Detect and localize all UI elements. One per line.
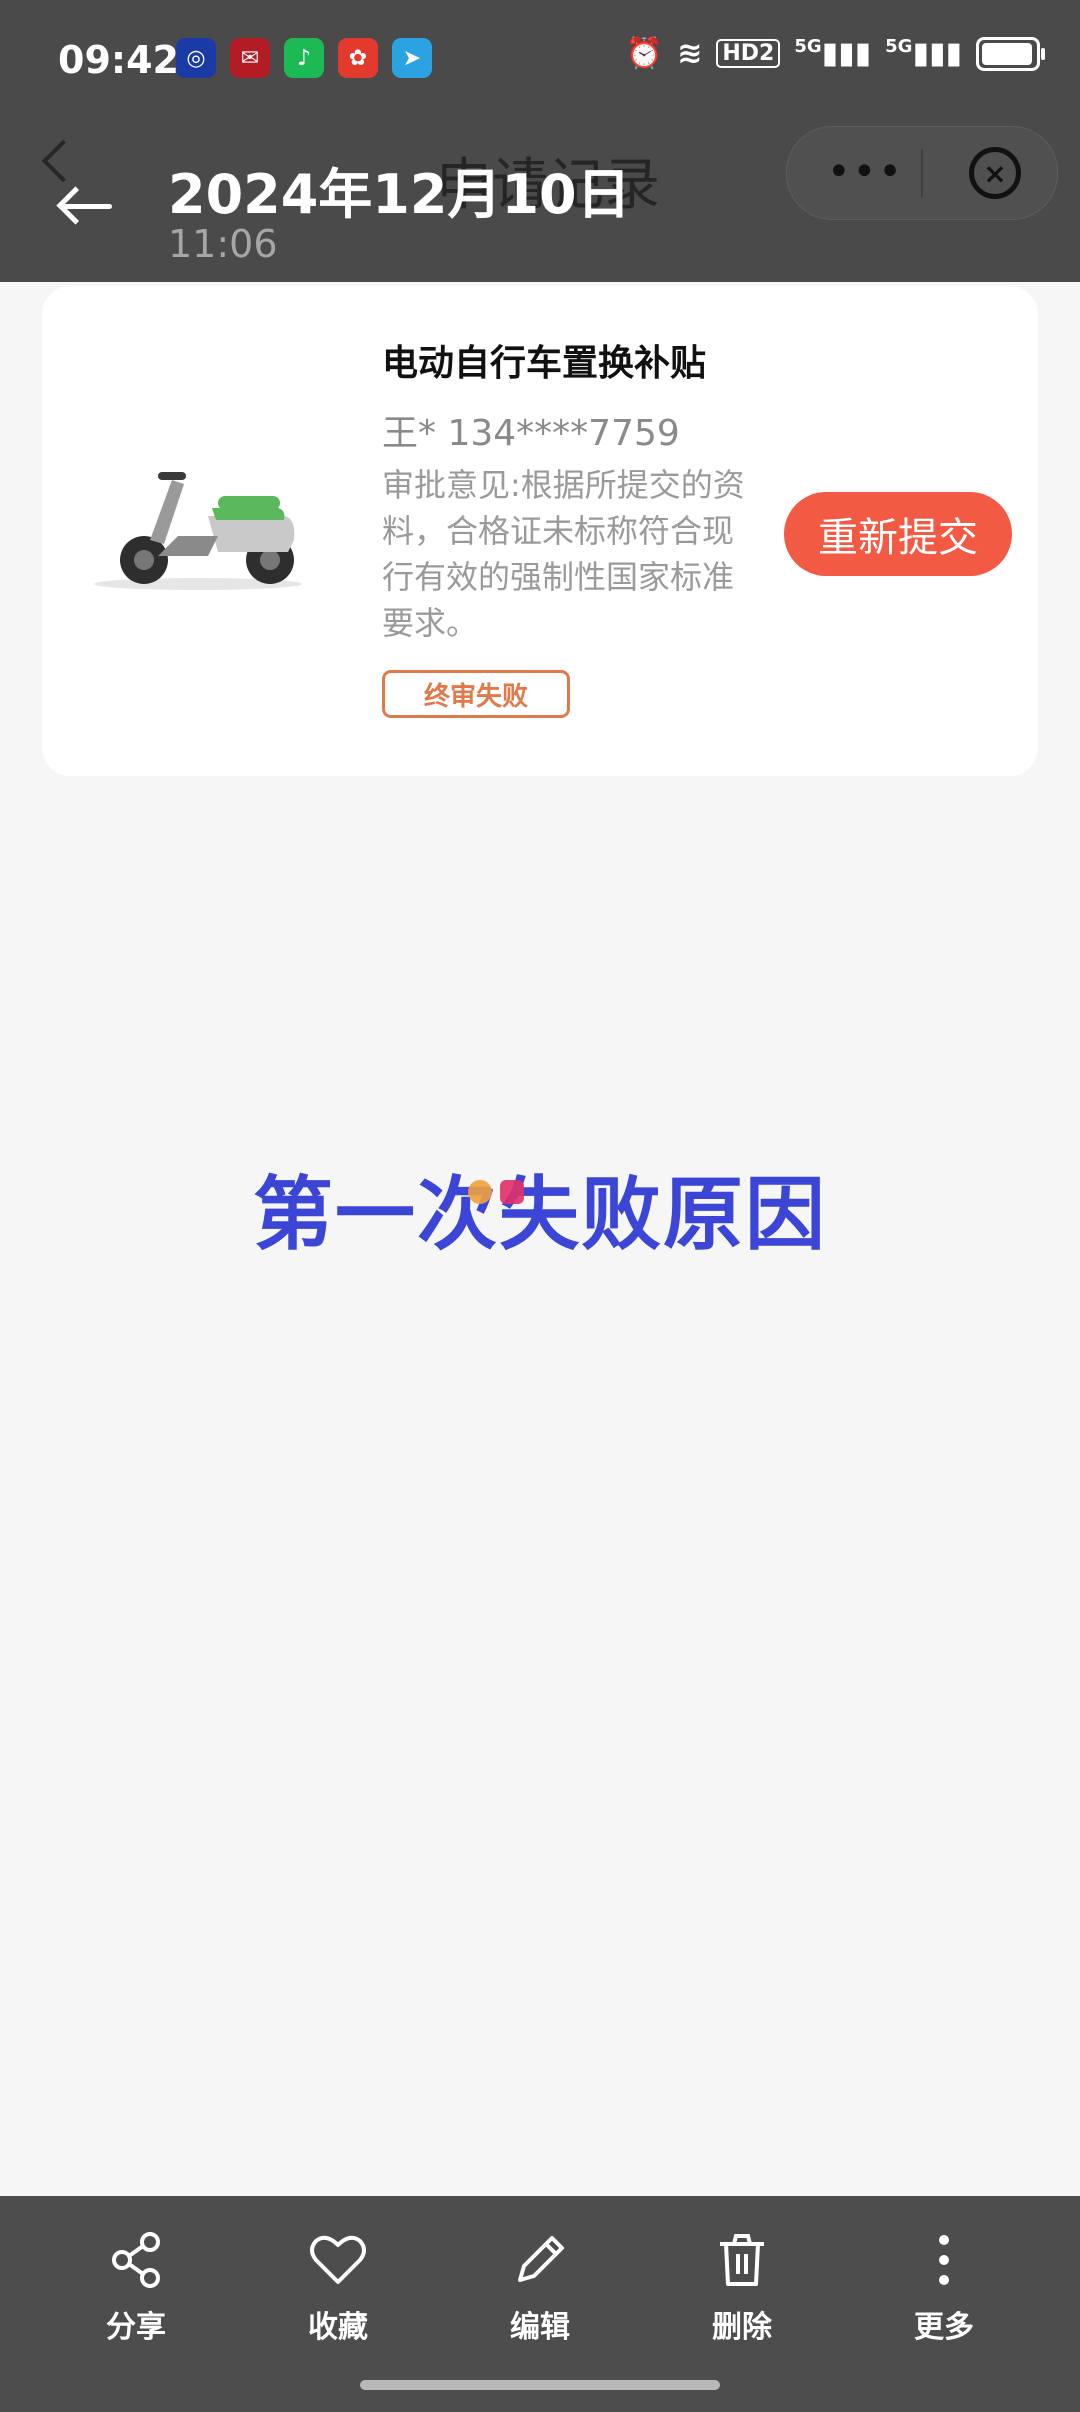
baidu-app-icon: ◎ xyxy=(176,38,216,78)
card-user: 王* 134****7759 xyxy=(382,413,680,454)
viewer-date: 2024年12月10日 xyxy=(168,163,631,226)
more-dots-icon[interactable]: ••• xyxy=(827,149,904,195)
capsule-divider xyxy=(921,149,923,197)
more-button[interactable]: 更多 xyxy=(884,2230,1004,2346)
wechat-app-icon: ✉ xyxy=(230,38,270,78)
battery-icon xyxy=(976,36,1045,71)
top-overlay: 09:42 ◎ ✉ ♪ ✿ ➤ ⏰ ≋ HD2 5G▮▮▮ 5G▮▮▮ 申请记录… xyxy=(0,0,1080,282)
share-icon xyxy=(112,2232,160,2288)
viewer-time: 11:06 xyxy=(168,222,278,266)
scooter-image xyxy=(94,472,302,590)
card-title: 电动自行车置换补贴 xyxy=(382,343,707,384)
more-vertical-icon xyxy=(939,2235,949,2285)
watermark-badge-icon xyxy=(500,1180,524,1204)
edit-label: 编辑 xyxy=(510,2310,570,2345)
more-label: 更多 xyxy=(914,2310,974,2345)
close-circle-icon[interactable]: × xyxy=(969,147,1021,199)
resubmit-button[interactable]: 重新提交 xyxy=(784,492,1012,576)
overlay-caption: 第一次失败原因 xyxy=(253,1168,827,1261)
signal-5g-1: 5G▮▮▮ xyxy=(794,36,872,71)
home-indicator[interactable] xyxy=(360,2380,720,2390)
watermark-logos xyxy=(468,1180,524,1204)
application-card[interactable]: 电动自行车置换补贴 王* 134****7759 审批意见:根据所提交的资料，合… xyxy=(42,286,1038,776)
favorite-label: 收藏 xyxy=(308,2310,368,2345)
share-label: 分享 xyxy=(106,2310,166,2345)
hd-label: HD2 xyxy=(716,39,781,68)
telegram-app-icon: ➤ xyxy=(392,38,432,78)
signal-5g-2: 5G▮▮▮ xyxy=(885,36,962,71)
status-indicators: ⏰ ≋ HD2 5G▮▮▮ 5G▮▮▮ xyxy=(625,36,1045,71)
game-app-icon: ✿ xyxy=(338,38,378,78)
favorite-button[interactable]: 收藏 xyxy=(278,2230,398,2346)
status-app-icons: ◎ ✉ ♪ ✿ ➤ xyxy=(176,38,432,78)
status-time: 09:42 xyxy=(58,38,179,82)
spotify-app-icon: ♪ xyxy=(284,38,324,78)
heart-icon xyxy=(310,2235,366,2284)
status-badge: 终审失败 xyxy=(382,670,570,718)
wifi-icon: ≋ xyxy=(677,36,703,71)
trash-icon xyxy=(720,2234,764,2286)
miniapp-capsule: ••• × xyxy=(786,126,1058,220)
share-button[interactable]: 分享 xyxy=(76,2230,196,2346)
delete-label: 删除 xyxy=(712,2310,772,2345)
watermark-logo-icon xyxy=(468,1180,492,1204)
alarm-icon: ⏰ xyxy=(625,36,664,71)
approval-note: 审批意见:根据所提交的资料，合格证未标称符合现行有效的强制性国家标准要求。 xyxy=(382,466,745,642)
page-back-icon[interactable] xyxy=(41,139,85,183)
edit-button[interactable]: 编辑 xyxy=(480,2230,600,2346)
delete-button[interactable]: 删除 xyxy=(682,2230,802,2346)
pencil-icon xyxy=(518,2236,564,2282)
back-arrow-icon[interactable] xyxy=(56,186,112,226)
